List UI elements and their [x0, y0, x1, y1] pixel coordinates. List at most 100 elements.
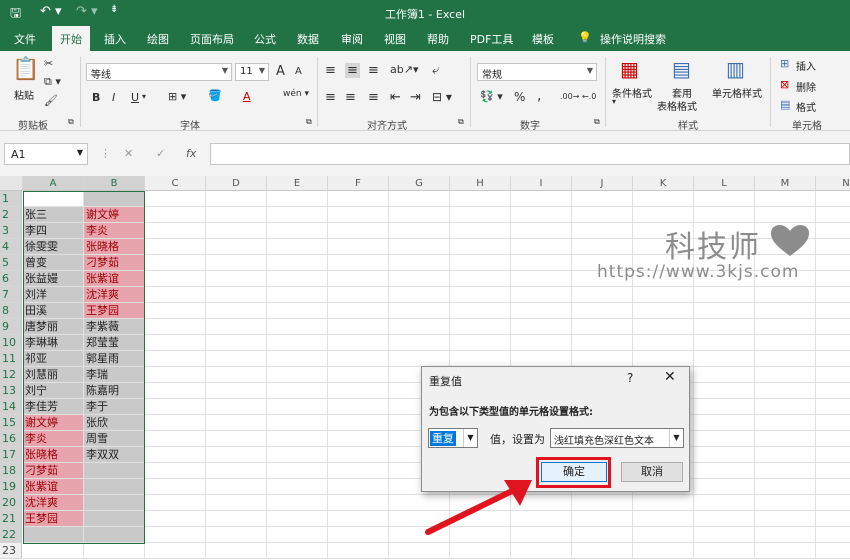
cell[interactable] — [389, 223, 450, 239]
cell[interactable] — [816, 223, 850, 239]
cell[interactable] — [145, 399, 206, 415]
cell[interactable] — [450, 303, 511, 319]
cell[interactable] — [389, 287, 450, 303]
cell[interactable] — [755, 431, 816, 447]
cell[interactable] — [633, 543, 694, 559]
cell[interactable] — [206, 303, 267, 319]
cell[interactable] — [145, 463, 206, 479]
cell[interactable] — [450, 239, 511, 255]
cell-styles-label[interactable]: 单元格样式 — [712, 85, 762, 100]
cell[interactable] — [450, 335, 511, 351]
cell[interactable] — [694, 527, 755, 543]
italic-button[interactable]: I — [112, 91, 115, 104]
insert-cells-label[interactable]: 插入 — [796, 58, 816, 73]
cell[interactable] — [206, 319, 267, 335]
underline-button[interactable]: U — [131, 91, 139, 104]
cell[interactable] — [816, 495, 850, 511]
column-header[interactable]: J — [572, 176, 633, 191]
cell[interactable] — [816, 207, 850, 223]
select-all-corner[interactable] — [0, 176, 23, 191]
cell[interactable] — [267, 447, 328, 463]
cell[interactable] — [206, 367, 267, 383]
cell[interactable] — [511, 319, 572, 335]
cell[interactable] — [755, 383, 816, 399]
cell[interactable] — [572, 511, 633, 527]
cell[interactable] — [694, 207, 755, 223]
cell[interactable] — [572, 527, 633, 543]
align-right-icon[interactable]: ≡ — [368, 90, 379, 105]
cell[interactable] — [267, 527, 328, 543]
cell[interactable] — [816, 463, 850, 479]
cell[interactable] — [328, 511, 389, 527]
row-header[interactable]: 17 — [0, 447, 22, 463]
column-header[interactable]: H — [450, 176, 511, 191]
cell[interactable] — [145, 527, 206, 543]
tab-templates[interactable]: 模板 — [532, 31, 554, 47]
cell[interactable] — [145, 207, 206, 223]
column-header[interactable]: A — [23, 176, 84, 191]
cell[interactable] — [206, 399, 267, 415]
tab-pdf-tools[interactable]: PDF工具 — [470, 31, 513, 47]
column-header[interactable]: I — [511, 176, 572, 191]
cell[interactable] — [572, 287, 633, 303]
cell[interactable] — [694, 399, 755, 415]
insert-function-button[interactable]: fx — [186, 147, 196, 160]
chevron-down-icon[interactable]: ▾ — [142, 92, 146, 101]
cell[interactable] — [816, 335, 850, 351]
cell[interactable] — [206, 271, 267, 287]
cell[interactable] — [206, 527, 267, 543]
cell[interactable] — [450, 191, 511, 207]
cell[interactable] — [816, 383, 850, 399]
cell[interactable] — [267, 511, 328, 527]
cell[interactable] — [694, 319, 755, 335]
tab-insert[interactable]: 插入 — [104, 31, 126, 47]
row-header[interactable]: 4 — [0, 239, 22, 255]
cell[interactable] — [755, 191, 816, 207]
cell[interactable] — [145, 319, 206, 335]
row-header[interactable]: 3 — [0, 223, 22, 239]
cell[interactable] — [389, 255, 450, 271]
cell[interactable] — [755, 463, 816, 479]
cell[interactable] — [816, 255, 850, 271]
cell[interactable] — [328, 207, 389, 223]
cell[interactable] — [267, 399, 328, 415]
cut-icon[interactable]: ✂ — [44, 57, 53, 70]
cell[interactable] — [328, 351, 389, 367]
cell[interactable] — [206, 495, 267, 511]
cell[interactable] — [816, 447, 850, 463]
cell[interactable] — [755, 319, 816, 335]
cell[interactable] — [694, 495, 755, 511]
cell[interactable] — [328, 431, 389, 447]
cell[interactable] — [694, 303, 755, 319]
tab-review[interactable]: 审阅 — [341, 31, 363, 47]
merge-center-icon[interactable]: ⊟ ▾ — [432, 90, 452, 104]
tab-home[interactable]: 开始 — [52, 26, 90, 51]
cell[interactable] — [389, 543, 450, 559]
cell[interactable] — [633, 335, 694, 351]
cell[interactable] — [328, 319, 389, 335]
cell[interactable] — [511, 335, 572, 351]
cell[interactable] — [206, 479, 267, 495]
cell[interactable] — [633, 319, 694, 335]
cell[interactable] — [145, 351, 206, 367]
cell[interactable] — [572, 543, 633, 559]
cell[interactable] — [755, 479, 816, 495]
font-color-icon[interactable]: A — [243, 90, 251, 103]
align-left-icon[interactable]: ≡ — [325, 90, 336, 105]
cell[interactable] — [145, 239, 206, 255]
row-header[interactable]: 7 — [0, 287, 22, 303]
row-header[interactable]: 23 — [0, 543, 22, 559]
cell[interactable] — [572, 223, 633, 239]
paste-label[interactable]: 粘贴 — [14, 87, 34, 102]
cell[interactable] — [755, 543, 816, 559]
cell[interactable] — [328, 527, 389, 543]
row-header[interactable]: 5 — [0, 255, 22, 271]
fill-color-icon[interactable]: 🪣 — [208, 89, 222, 102]
cell[interactable] — [511, 239, 572, 255]
bold-button[interactable]: B — [92, 91, 100, 104]
cell[interactable] — [206, 207, 267, 223]
column-header[interactable]: E — [267, 176, 328, 191]
tab-help[interactable]: 帮助 — [427, 31, 449, 47]
cell[interactable] — [267, 335, 328, 351]
formula-input[interactable] — [210, 143, 850, 165]
